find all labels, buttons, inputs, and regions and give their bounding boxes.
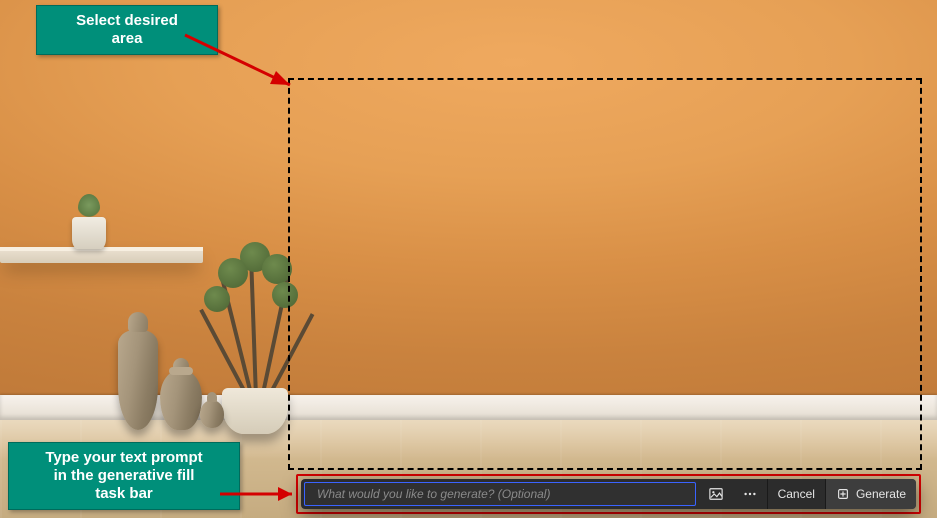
floor-plant (210, 248, 305, 398)
canvas-room-scene (0, 0, 937, 518)
prompt-input[interactable] (315, 486, 685, 502)
shelf-pot (72, 217, 106, 249)
callout-select-area: Select desired area (36, 5, 218, 55)
prompt-field-wrapper[interactable] (304, 482, 696, 506)
wall-shelf (0, 247, 203, 263)
generate-icon (836, 487, 850, 501)
generate-button[interactable]: Generate (826, 479, 916, 509)
cancel-label: Cancel (778, 487, 815, 501)
vase-round (160, 370, 202, 430)
cancel-button[interactable]: Cancel (768, 479, 825, 509)
more-options-button[interactable] (733, 479, 767, 509)
floor-pot (222, 388, 288, 434)
generative-fill-taskbar: Cancel Generate (301, 479, 916, 509)
generate-label: Generate (856, 487, 906, 501)
more-icon (743, 487, 757, 501)
vase-small (200, 400, 224, 428)
gallery-button[interactable] (699, 479, 733, 509)
vase-tall (118, 330, 158, 430)
image-icon (709, 487, 723, 501)
callout-type-prompt: Type your text prompt in the generative … (8, 442, 240, 510)
